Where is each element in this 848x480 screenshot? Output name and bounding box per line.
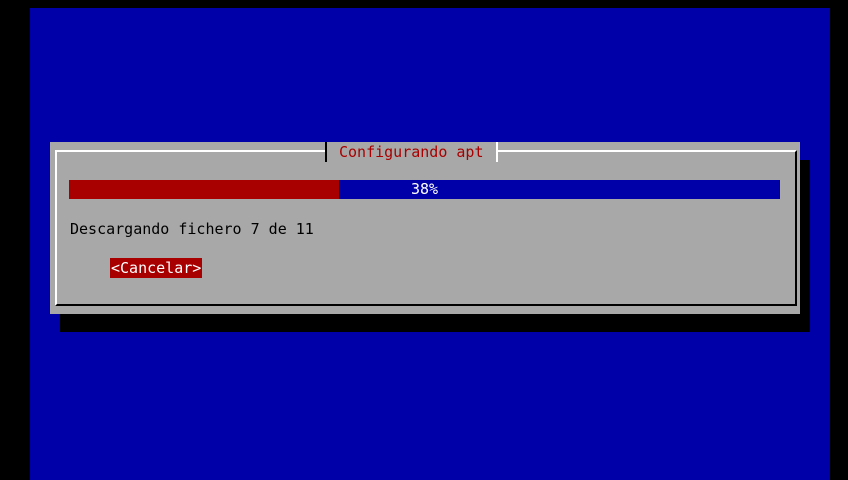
download-status-text: Descargando fichero 7 de 11: [70, 220, 314, 238]
dialog-title: Configurando apt: [325, 142, 498, 162]
progress-dialog: Configurando apt 38% Descargando fichero…: [50, 142, 800, 314]
progress-bar: 38%: [69, 180, 780, 199]
progress-percent-label: 38%: [410, 180, 439, 198]
cancel-button[interactable]: <Cancelar>: [110, 258, 203, 278]
